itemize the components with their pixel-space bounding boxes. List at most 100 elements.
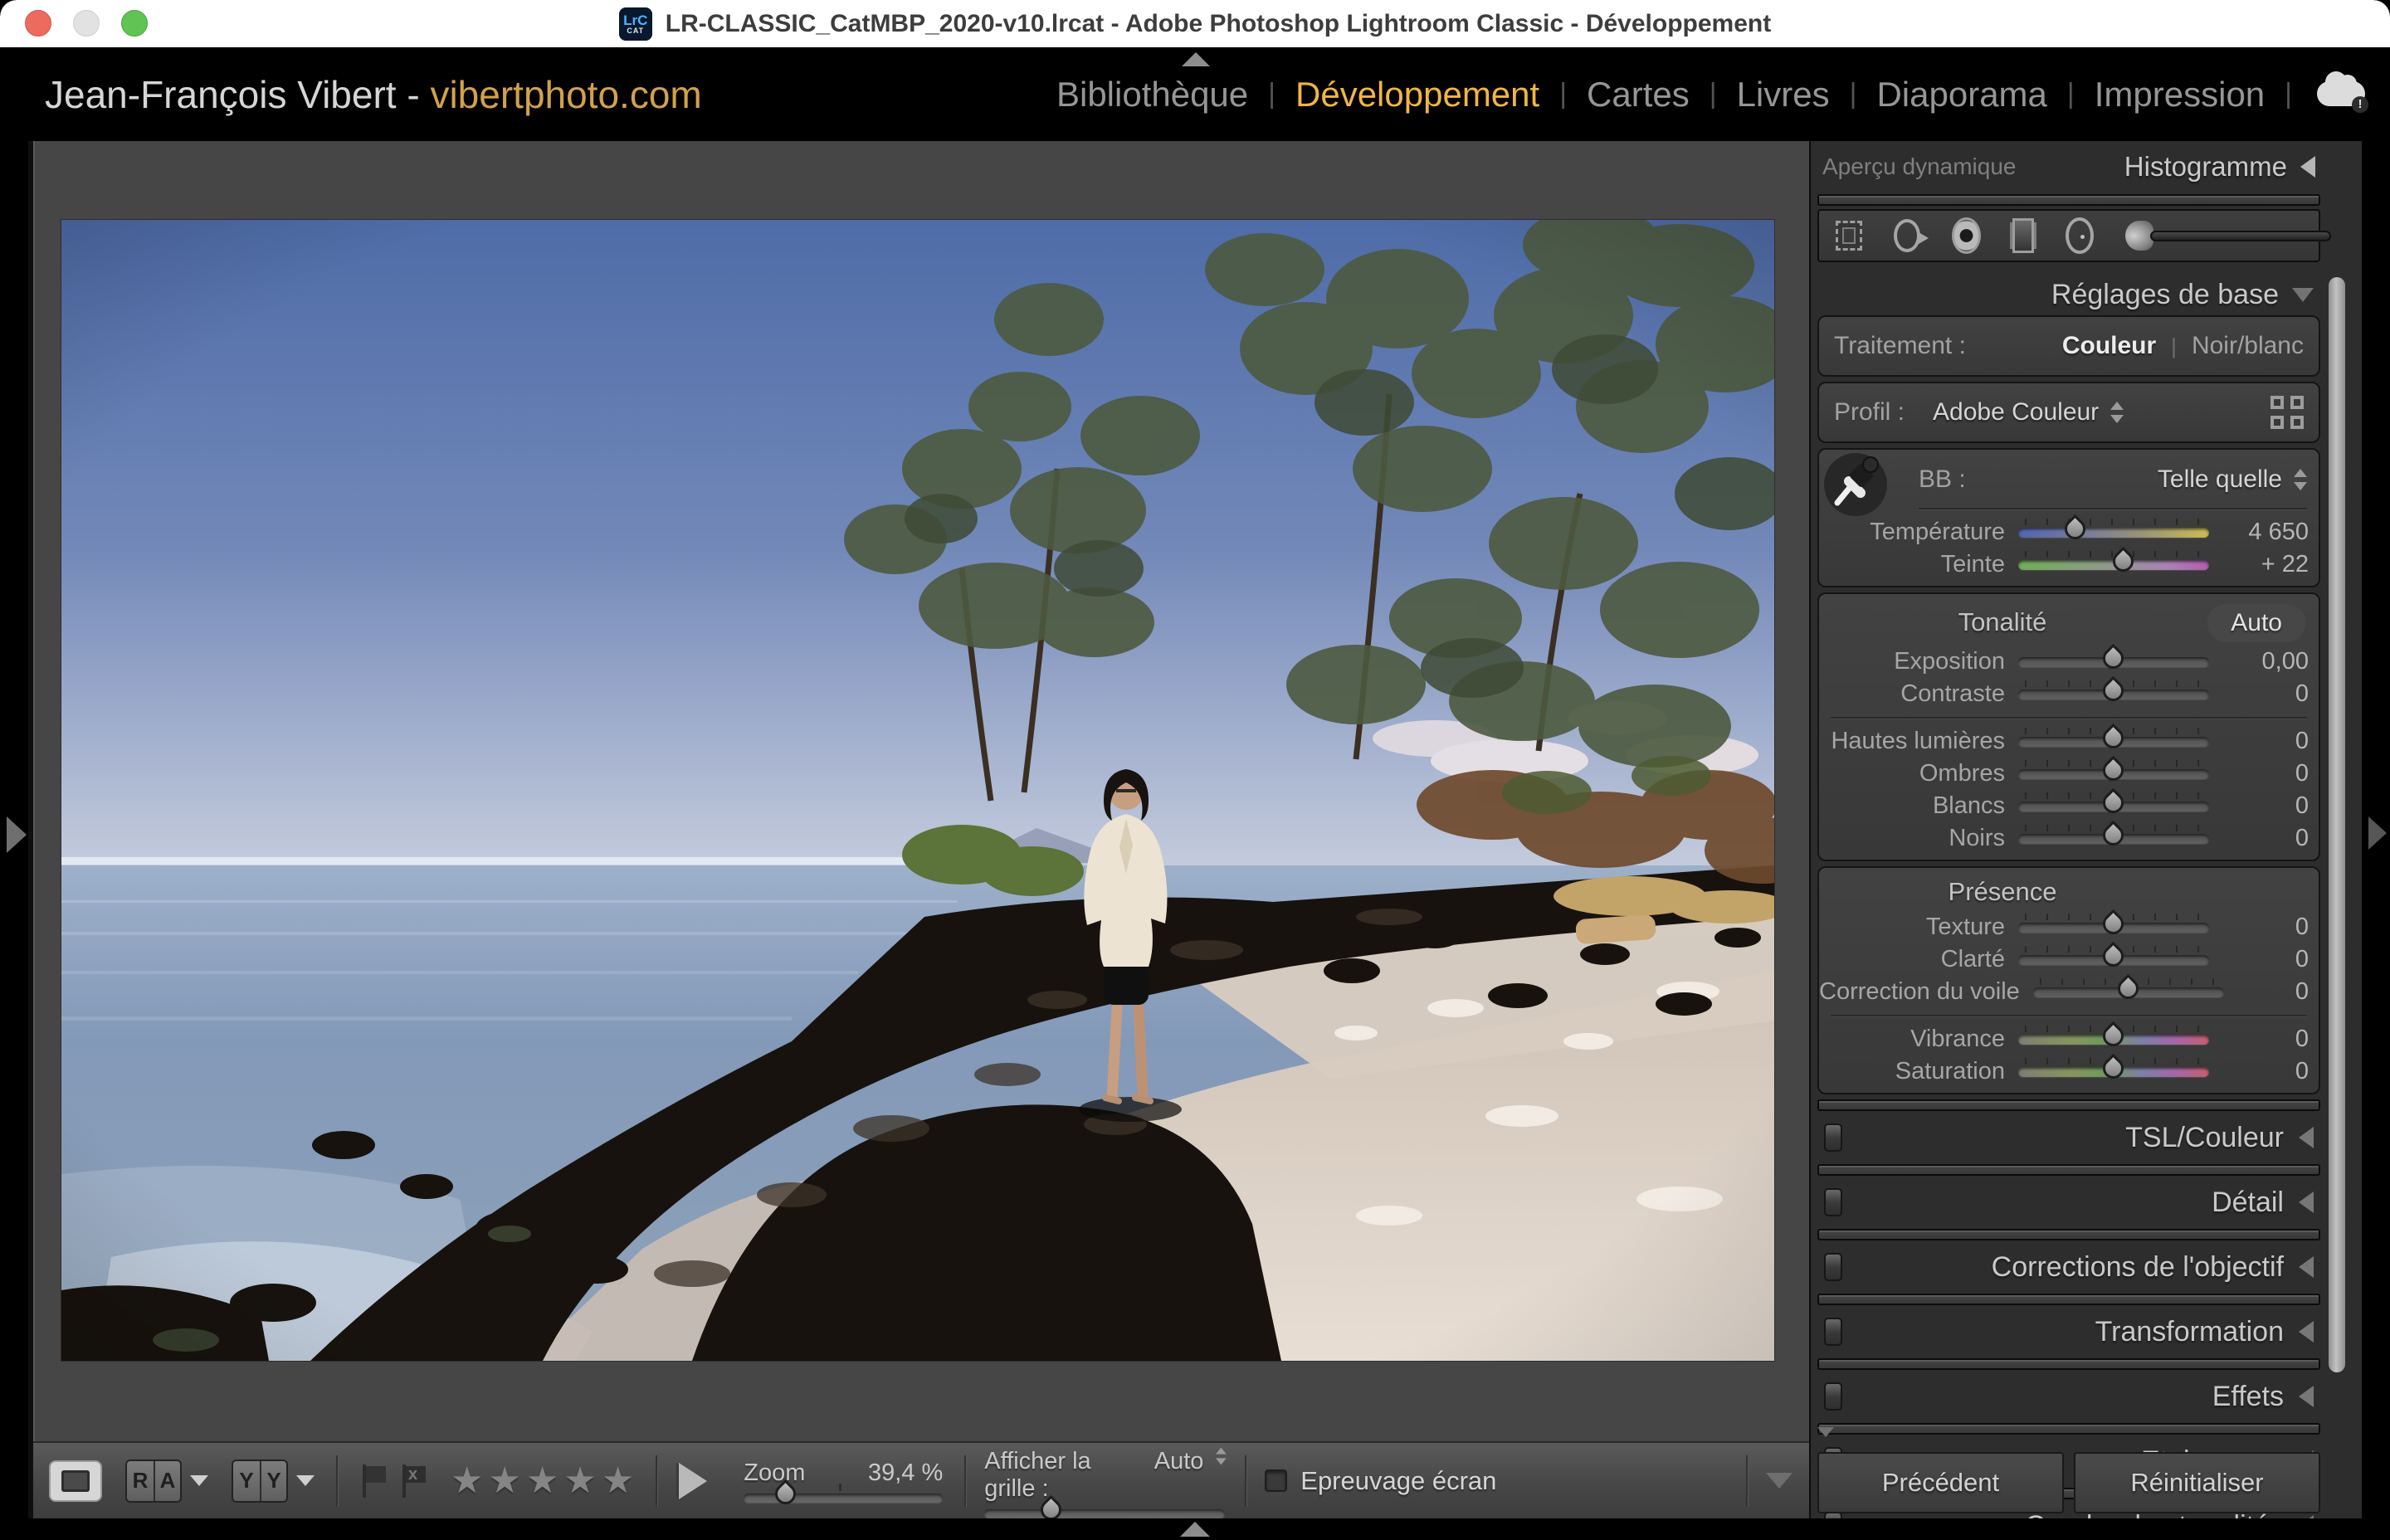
soft-proof-checkbox[interactable] <box>1265 1469 1287 1492</box>
highlights-thumb[interactable] <box>2099 723 2128 752</box>
toolbar-options-icon[interactable] <box>1766 1473 1792 1489</box>
slideshow-play-icon[interactable] <box>679 1463 707 1499</box>
auto-tone-button[interactable]: Auto <box>2207 604 2305 642</box>
section-disclosure-icon[interactable] <box>2299 1256 2314 1278</box>
star-icon[interactable]: ★ <box>451 1463 483 1499</box>
blacks-thumb[interactable] <box>2099 820 2128 849</box>
reject-flag-icon[interactable]: x <box>401 1464 426 1498</box>
zoom-window-button[interactable] <box>121 10 148 37</box>
contrast-thumb[interactable] <box>2099 675 2128 704</box>
reference-view-dropdown-icon[interactable] <box>190 1475 208 1486</box>
collapse-top-panel-icon[interactable] <box>1182 52 1210 66</box>
module-cartes[interactable]: Cartes <box>1587 75 1690 115</box>
before-after-view-button[interactable]: Y Y <box>232 1460 288 1503</box>
close-button[interactable] <box>25 10 51 37</box>
highlights-slider[interactable] <box>2018 737 2209 747</box>
zoom-slider[interactable] <box>744 1494 943 1503</box>
panel-section-corrections-objectif[interactable]: Corrections de l'objectif <box>1817 1242 2320 1292</box>
module-impression[interactable]: Impression <box>2095 75 2265 115</box>
reset-button[interactable]: Réinitialiser <box>2074 1452 2320 1513</box>
module-livres[interactable]: Livres <box>1737 75 1830 115</box>
wb-stepper-icon[interactable] <box>2292 467 2307 492</box>
clarity-thumb[interactable] <box>2099 941 2128 970</box>
section-disclosure-icon[interactable] <box>2299 1386 2314 1407</box>
panel-section-transformation[interactable]: Transformation <box>1817 1307 2320 1357</box>
texture-thumb[interactable] <box>2099 909 2128 938</box>
treatment-bw-option[interactable]: Noir/blanc <box>2192 332 2304 360</box>
saturation-thumb[interactable] <box>2099 1053 2128 1082</box>
histogram-collapsed-strip[interactable] <box>1817 194 2320 206</box>
texture-slider[interactable] <box>2018 923 2209 933</box>
crop-overlay-icon[interactable] <box>1836 221 1862 251</box>
panel-scrollbar[interactable] <box>2329 277 2345 1372</box>
panel-section-effets[interactable]: Effets <box>1817 1372 2320 1421</box>
vibrance-thumb[interactable] <box>2099 1021 2128 1050</box>
temperature-thumb[interactable] <box>2061 514 2090 543</box>
basic-panel-disclosure-icon[interactable] <box>2292 288 2314 302</box>
pick-flag-icon[interactable] <box>361 1464 386 1498</box>
section-disclosure-icon[interactable] <box>2299 1321 2314 1343</box>
shadows-thumb[interactable] <box>2099 755 2128 784</box>
reveal-filmstrip-icon[interactable] <box>1180 1522 1210 1537</box>
temperature-slider[interactable] <box>2018 528 2209 538</box>
module-developpement[interactable]: Développement <box>1295 75 1539 115</box>
reveal-left-panel-icon[interactable] <box>7 816 27 853</box>
tint-slider[interactable] <box>2018 560 2209 570</box>
reference-view-cell[interactable]: R <box>127 1461 154 1501</box>
tint-thumb[interactable] <box>2108 546 2137 575</box>
profile-browser-icon[interactable] <box>2270 396 2304 429</box>
adjustment-brush-icon[interactable] <box>2125 217 2302 254</box>
exposure-thumb[interactable] <box>2099 643 2128 672</box>
spot-removal-icon[interactable] <box>1894 219 1920 252</box>
graduated-filter-icon[interactable] <box>2012 218 2034 253</box>
histogram-header[interactable]: Aperçu dynamique Histogramme <box>1817 141 2320 192</box>
grid-value-dropdown[interactable]: Auto <box>1154 1448 1204 1475</box>
photo-beach-portrait[interactable] <box>61 220 1774 1361</box>
basic-panel-header[interactable]: Réglages de base <box>1817 274 2320 315</box>
section-toggle-switch[interactable] <box>1824 1188 1842 1216</box>
sync-cloud-icon[interactable]: ! <box>2317 76 2370 113</box>
star-icon[interactable]: ★ <box>526 1463 558 1499</box>
identity-plate[interactable]: Jean-François Vibert - vibertphoto.com <box>45 72 702 117</box>
red-eye-icon[interactable] <box>1952 217 1981 254</box>
section-disclosure-icon[interactable] <box>2299 1192 2314 1213</box>
exposure-slider[interactable] <box>2018 657 2209 667</box>
star-rating[interactable]: ★ ★ ★ ★ ★ <box>451 1463 634 1499</box>
grid-stepper-icon[interactable] <box>1215 1446 1224 1466</box>
star-icon[interactable]: ★ <box>602 1463 634 1499</box>
profile-value-dropdown[interactable]: Adobe Couleur <box>1933 398 2099 426</box>
histogram-collapse-icon[interactable] <box>2300 156 2315 178</box>
before-view-cell[interactable]: Y <box>233 1461 260 1501</box>
star-icon[interactable]: ★ <box>563 1463 596 1499</box>
active-view-cell[interactable]: A <box>154 1461 180 1501</box>
blacks-slider[interactable] <box>2018 834 2209 844</box>
whites-slider[interactable] <box>2018 802 2209 811</box>
before-after-dropdown-icon[interactable] <box>296 1475 315 1486</box>
treatment-color-option[interactable]: Couleur <box>2062 332 2156 360</box>
dehaze-slider[interactable] <box>2033 987 2224 997</box>
profile-stepper-icon[interactable] <box>2109 400 2124 425</box>
after-view-cell[interactable]: Y <box>260 1461 286 1501</box>
panel-bottom-collapse-icon[interactable] <box>1817 1427 1834 1451</box>
shadows-slider[interactable] <box>2018 769 2209 779</box>
wb-value-dropdown[interactable]: Telle quelle <box>2158 465 2282 494</box>
section-toggle-switch[interactable] <box>1824 1123 1842 1152</box>
panel-section-detail[interactable]: Détail <box>1817 1177 2320 1227</box>
minimize-button[interactable] <box>73 10 100 37</box>
reference-active-view-button[interactable]: R A <box>125 1460 182 1503</box>
module-bibliotheque[interactable]: Bibliothèque <box>1056 75 1248 115</box>
whites-thumb[interactable] <box>2099 787 2128 816</box>
section-toggle-switch[interactable] <box>1824 1382 1842 1411</box>
clarity-slider[interactable] <box>2018 955 2209 965</box>
star-icon[interactable]: ★ <box>488 1463 520 1499</box>
section-toggle-switch[interactable] <box>1824 1318 1842 1346</box>
radial-filter-icon[interactable] <box>2066 217 2094 254</box>
panel-section-tsl-couleur[interactable]: TSL/Couleur <box>1817 1113 2320 1162</box>
wb-eyedropper-icon[interactable] <box>1827 451 1885 509</box>
vibrance-slider[interactable] <box>2018 1035 2209 1045</box>
grid-opacity-slider[interactable] <box>984 1509 1225 1518</box>
loupe-view-button[interactable] <box>49 1460 102 1502</box>
dehaze-thumb[interactable] <box>2114 973 2143 1002</box>
module-diaporama[interactable]: Diaporama <box>1876 75 2046 115</box>
section-disclosure-icon[interactable] <box>2299 1127 2314 1148</box>
